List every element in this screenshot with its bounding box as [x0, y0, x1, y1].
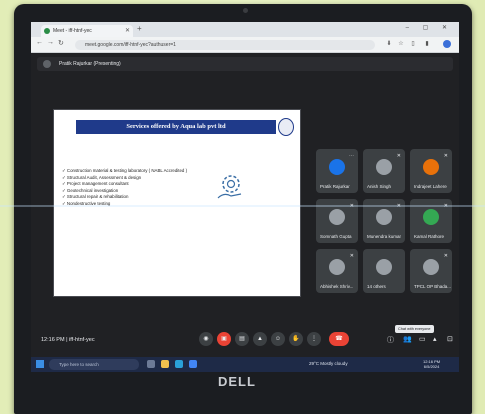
participant-tile[interactable]: ✕ Abhishek Shriv...: [316, 249, 358, 293]
window-controls[interactable]: – ▢ ✕: [406, 24, 453, 31]
laptop-screen: Meet - iff-htnf-yec ✕ + – ▢ ✕ ← → ↻ meet…: [31, 22, 459, 372]
avatar: [329, 209, 345, 225]
chat-icon[interactable]: ▭: [419, 335, 426, 343]
avatar: [376, 259, 392, 275]
screen-glare: [0, 205, 485, 207]
company-logo: [278, 118, 294, 136]
extensions-icon[interactable]: ▮: [423, 40, 431, 48]
people-icon[interactable]: 👥: [403, 335, 412, 343]
meeting-timecode: 12:16 PM | iff-htnf-yec: [41, 337, 95, 343]
browser-toolbar: ← → ↻ meet.google.com/iff-htnf-yec?authu…: [31, 37, 459, 53]
participant-tile[interactable]: ✕ Anish Singh: [363, 149, 405, 193]
download-icon[interactable]: ⬇: [385, 40, 393, 48]
meet-stage: Pratik Rajurkar (Presenting) Services of…: [31, 53, 459, 325]
info-icon[interactable]: ⓘ: [387, 335, 394, 345]
address-bar[interactable]: meet.google.com/iff-htnf-yec?authuser=1: [75, 40, 375, 50]
avatar: [376, 209, 392, 225]
webcam: [243, 8, 248, 13]
participant-tile[interactable]: ✕ Indrajeet Lahere: [410, 149, 452, 193]
chrome-icon[interactable]: [189, 360, 197, 368]
close-tab-icon[interactable]: ✕: [125, 25, 130, 37]
slide-title: Services offered by Aqua lab pvt ltd: [76, 120, 276, 134]
weather-widget[interactable]: 29°C Mostly cloudy: [309, 361, 348, 366]
avatar: [329, 159, 345, 175]
avatar: [423, 159, 439, 175]
participant-tile[interactable]: ⋯ Pratik Rajurkar: [316, 149, 358, 193]
gear-hand-icon: [217, 175, 242, 199]
avatar: [423, 259, 439, 275]
presenter-avatar: [43, 60, 51, 68]
camera-off-icon[interactable]: ▣: [217, 332, 231, 346]
avatar: [423, 209, 439, 225]
mic-off-icon: ✕: [443, 153, 448, 159]
file-explorer-icon[interactable]: [161, 360, 169, 368]
participant-name: 14 others: [367, 284, 386, 289]
captions-icon[interactable]: ▤: [235, 332, 249, 346]
clock-date: 6/5/2024: [423, 364, 440, 369]
search-placeholder: Type here to search: [59, 362, 99, 367]
participant-name: Munendra kumar: [367, 234, 402, 239]
meet-favicon-icon: [44, 28, 50, 34]
participant-name: Kamal Rathore: [414, 234, 445, 239]
end-call-button[interactable]: ☎: [329, 332, 349, 346]
mic-icon[interactable]: ◉: [199, 332, 213, 346]
taskbar-search[interactable]: Type here to search: [49, 359, 139, 370]
new-tab-icon[interactable]: +: [137, 24, 142, 33]
chat-tooltip: Chat with everyone: [395, 325, 434, 333]
dell-logo: DELL: [218, 374, 256, 389]
mic-off-icon: ✕: [396, 153, 401, 159]
presenting-label: Pratik Rajurkar (Presenting): [59, 61, 121, 67]
participant-name: TPCL OP Bhada...: [414, 284, 452, 289]
mic-off-icon: ✕: [443, 253, 448, 259]
participant-tile[interactable]: ✕ TPCL OP Bhada...: [410, 249, 452, 293]
avatar: [376, 159, 392, 175]
participant-tile[interactable]: 14 others: [363, 249, 405, 293]
mic-off-icon: ✕: [349, 253, 354, 259]
host-controls-icon[interactable]: ⊡: [447, 335, 453, 343]
bookmark-star-icon[interactable]: ☆: [397, 40, 405, 48]
participant-name: Abhishek Shriv...: [320, 284, 354, 289]
taskbar-clock[interactable]: 12:16 PM 6/5/2024: [423, 359, 440, 369]
participant-name: Pratik Rajurkar: [320, 184, 350, 189]
activities-icon[interactable]: ▴: [433, 335, 437, 343]
address-url: meet.google.com/iff-htnf-yec?authuser=1: [85, 42, 176, 48]
shared-slide: Services offered by Aqua lab pvt ltd Con…: [53, 109, 301, 297]
meet-controls-bar: 12:16 PM | iff-htnf-yec ◉ ▣ ▤ ▲ ☺ ✋ ⋮ ☎ …: [31, 325, 459, 357]
forward-icon[interactable]: →: [47, 39, 54, 46]
presenting-bar: Pratik Rajurkar (Presenting): [37, 57, 453, 71]
edge-icon[interactable]: [175, 360, 183, 368]
windows-start-icon[interactable]: [36, 360, 44, 368]
browser-tab[interactable]: Meet - iff-htnf-yec ✕: [41, 25, 133, 37]
participant-name: Anish Singh: [367, 184, 392, 189]
raise-hand-icon[interactable]: ✋: [289, 332, 303, 346]
tab-bar: Meet - iff-htnf-yec ✕ + – ▢ ✕: [31, 22, 459, 37]
tab-title: Meet - iff-htnf-yec: [53, 28, 92, 34]
profile-avatar[interactable]: [443, 40, 451, 48]
list-item: Construction material & testing laborato…: [62, 168, 187, 175]
reload-icon[interactable]: ↻: [58, 39, 64, 47]
sidepanel-icon[interactable]: ▯: [409, 40, 417, 48]
emoji-icon[interactable]: ☺: [271, 332, 285, 346]
more-options-icon[interactable]: ⋯: [349, 153, 354, 159]
participant-name: Somnath Gupta: [320, 234, 352, 239]
back-icon[interactable]: ←: [36, 39, 43, 46]
avatar: [329, 259, 345, 275]
task-view-icon[interactable]: [147, 360, 155, 368]
services-list: Construction material & testing laborato…: [62, 168, 187, 207]
more-options-icon[interactable]: ⋮: [307, 332, 321, 346]
present-icon[interactable]: ▲: [253, 332, 267, 346]
participant-name: Indrajeet Lahere: [414, 184, 447, 189]
windows-taskbar: Type here to search 29°C Mostly cloudy 1…: [31, 357, 459, 372]
